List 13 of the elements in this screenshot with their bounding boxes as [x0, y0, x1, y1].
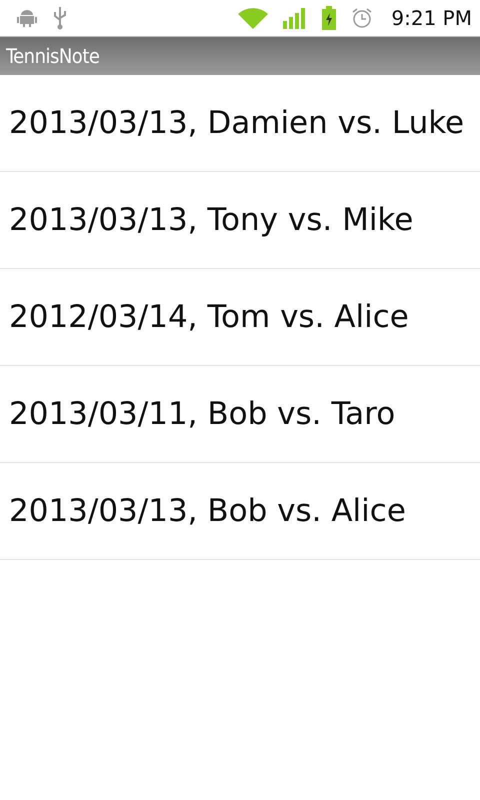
app-title: TennisNote [6, 44, 100, 68]
alarm-clock-icon [351, 7, 374, 29]
android-icon [16, 8, 38, 28]
match-list-item[interactable]: 2013/03/13, Damien vs. Luke [0, 75, 480, 172]
match-list-item[interactable]: 2013/03/13, Bob vs. Alice [0, 463, 480, 560]
battery-icon [321, 6, 338, 30]
status-time: 9:21 PM [391, 6, 472, 30]
wifi-icon [237, 6, 270, 30]
match-list-item[interactable]: 2013/03/11, Bob vs. Taro [0, 366, 480, 463]
match-list-item[interactable]: 2013/03/13, Tony vs. Mike [0, 172, 480, 269]
usb-icon [52, 6, 68, 30]
match-list-item[interactable]: 2012/03/14, Tom vs. Alice [0, 269, 480, 366]
signal-icon [283, 7, 308, 29]
